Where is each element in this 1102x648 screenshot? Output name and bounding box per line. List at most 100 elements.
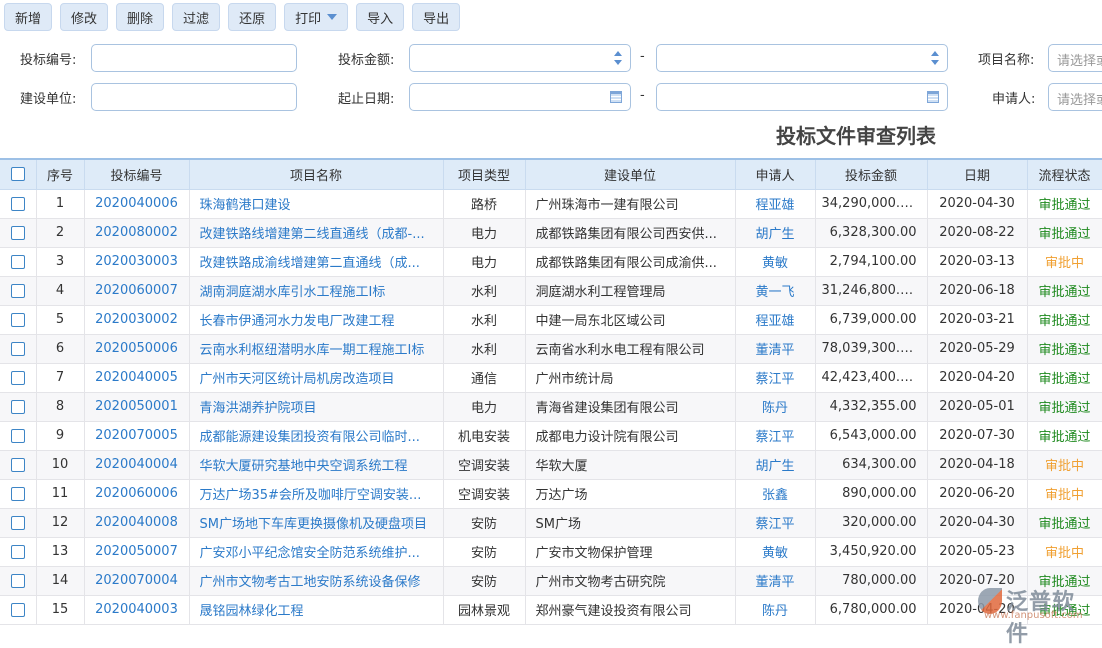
table-row[interactable]: 42020060007湖南洞庭湖水库引水工程施工I标水利洞庭湖水利工程管理局黄一…	[0, 276, 1102, 305]
row-applicant-link[interactable]: 蔡江平	[735, 363, 815, 392]
spinner-icon[interactable]	[931, 51, 939, 65]
table-row[interactable]: 112020060006万达广场35#会所及咖啡厅空调安装...空调安装万达广场…	[0, 479, 1102, 508]
row-project-name-link[interactable]: 改建铁路成渝线增建第二直通线（成...	[189, 247, 443, 276]
header-no[interactable]: 序号	[36, 159, 84, 189]
row-checkbox-cell[interactable]	[0, 363, 36, 392]
row-checkbox-cell[interactable]	[0, 595, 36, 624]
header-status[interactable]: 流程状态	[1027, 159, 1102, 189]
row-checkbox-cell[interactable]	[0, 276, 36, 305]
row-checkbox-cell[interactable]	[0, 508, 36, 537]
row-bid-no-link[interactable]: 2020070005	[84, 421, 189, 450]
row-checkbox[interactable]	[11, 574, 25, 588]
row-project-name-link[interactable]: 珠海鹤港口建设	[189, 189, 443, 218]
row-applicant-link[interactable]: 蔡江平	[735, 421, 815, 450]
row-project-name-link[interactable]: 晟铭园林绿化工程	[189, 595, 443, 624]
import-button[interactable]: 导入	[356, 3, 404, 31]
row-applicant-link[interactable]: 蔡江平	[735, 508, 815, 537]
row-checkbox[interactable]	[11, 313, 25, 327]
builder-input[interactable]	[91, 83, 297, 111]
header-date[interactable]: 日期	[927, 159, 1027, 189]
row-checkbox[interactable]	[11, 545, 25, 559]
row-project-name-link[interactable]: 云南水利枢纽潜明水库一期工程施工I标	[189, 334, 443, 363]
row-bid-no-link[interactable]: 2020050006	[84, 334, 189, 363]
table-row[interactable]: 32020030003改建铁路成渝线增建第二直通线（成...电力成都铁路集团有限…	[0, 247, 1102, 276]
row-project-name-link[interactable]: 湖南洞庭湖水库引水工程施工I标	[189, 276, 443, 305]
add-button[interactable]: 新增	[4, 3, 52, 31]
row-project-name-link[interactable]: 成都能源建设集团投资有限公司临时...	[189, 421, 443, 450]
row-checkbox-cell[interactable]	[0, 392, 36, 421]
row-bid-no-link[interactable]: 2020030002	[84, 305, 189, 334]
table-row[interactable]: 132020050007广安邓小平纪念馆安全防范系统维护...安防广安市文物保护…	[0, 537, 1102, 566]
row-checkbox[interactable]	[11, 226, 25, 240]
row-applicant-link[interactable]: 胡广生	[735, 218, 815, 247]
start-date-input[interactable]	[409, 83, 631, 111]
row-checkbox[interactable]	[11, 400, 25, 414]
table-row[interactable]: 12020040006珠海鹤港口建设路桥广州珠海市一建有限公司程亚雄34,290…	[0, 189, 1102, 218]
export-button[interactable]: 导出	[412, 3, 460, 31]
row-project-name-link[interactable]: SM广场地下车库更换摄像机及硬盘项目	[189, 508, 443, 537]
table-row[interactable]: 82020050001青海洪湖养护院项目电力青海省建设集团有限公司陈丹4,332…	[0, 392, 1102, 421]
row-project-name-link[interactable]: 长春市伊通河水力发电厂改建工程	[189, 305, 443, 334]
project-name-input[interactable]: 请选择或	[1048, 44, 1102, 72]
applicant-input[interactable]: 请选择或	[1048, 83, 1102, 111]
row-bid-no-link[interactable]: 2020060006	[84, 479, 189, 508]
row-bid-no-link[interactable]: 2020040005	[84, 363, 189, 392]
calendar-icon[interactable]	[927, 91, 939, 103]
row-project-name-link[interactable]: 广州市天河区统计局机房改造项目	[189, 363, 443, 392]
bid-no-input[interactable]	[91, 44, 297, 72]
row-bid-no-link[interactable]: 2020040004	[84, 450, 189, 479]
row-project-name-link[interactable]: 改建铁路线增建第二线直通线（成都-...	[189, 218, 443, 247]
table-row[interactable]: 72020040005广州市天河区统计局机房改造项目通信广州市统计局蔡江平42,…	[0, 363, 1102, 392]
edit-button[interactable]: 修改	[60, 3, 108, 31]
table-row[interactable]: 52020030002长春市伊通河水力发电厂改建工程水利中建一局东北区域公司程亚…	[0, 305, 1102, 334]
row-checkbox[interactable]	[11, 487, 25, 501]
row-checkbox-cell[interactable]	[0, 566, 36, 595]
row-checkbox-cell[interactable]	[0, 305, 36, 334]
row-bid-no-link[interactable]: 2020030003	[84, 247, 189, 276]
row-checkbox-cell[interactable]	[0, 189, 36, 218]
table-row[interactable]: 152020040003晟铭园林绿化工程园林景观郑州豪气建设投资有限公司陈丹6,…	[0, 595, 1102, 624]
table-row[interactable]: 92020070005成都能源建设集团投资有限公司临时...机电安装成都电力设计…	[0, 421, 1102, 450]
row-checkbox-cell[interactable]	[0, 247, 36, 276]
row-checkbox[interactable]	[11, 342, 25, 356]
row-applicant-link[interactable]: 程亚雄	[735, 189, 815, 218]
row-checkbox-cell[interactable]	[0, 218, 36, 247]
row-bid-no-link[interactable]: 2020040006	[84, 189, 189, 218]
end-date-input[interactable]	[656, 83, 948, 111]
row-applicant-link[interactable]: 董清平	[735, 566, 815, 595]
row-project-name-link[interactable]: 广安邓小平纪念馆安全防范系统维护...	[189, 537, 443, 566]
row-applicant-link[interactable]: 黄敏	[735, 247, 815, 276]
filter-button[interactable]: 过滤	[172, 3, 220, 31]
row-project-name-link[interactable]: 青海洪湖养护院项目	[189, 392, 443, 421]
table-row[interactable]: 22020080002改建铁路线增建第二线直通线（成都-...电力成都铁路集团有…	[0, 218, 1102, 247]
select-all-checkbox-cell[interactable]	[0, 159, 36, 189]
print-button[interactable]: 打印	[284, 3, 348, 31]
bid-amount-max-input[interactable]	[656, 44, 948, 72]
row-project-name-link[interactable]: 华软大厦研究基地中央空调系统工程	[189, 450, 443, 479]
header-applicant[interactable]: 申请人	[735, 159, 815, 189]
spinner-icon[interactable]	[614, 51, 622, 65]
row-applicant-link[interactable]: 陈丹	[735, 595, 815, 624]
row-bid-no-link[interactable]: 2020060007	[84, 276, 189, 305]
row-checkbox-cell[interactable]	[0, 421, 36, 450]
header-project-name[interactable]: 项目名称	[189, 159, 443, 189]
header-bid-no[interactable]: 投标编号	[84, 159, 189, 189]
row-checkbox-cell[interactable]	[0, 450, 36, 479]
row-checkbox[interactable]	[11, 255, 25, 269]
row-project-name-link[interactable]: 广州市文物考古工地安防系统设备保修	[189, 566, 443, 595]
row-bid-no-link[interactable]: 2020080002	[84, 218, 189, 247]
row-checkbox-cell[interactable]	[0, 334, 36, 363]
row-bid-no-link[interactable]: 2020040003	[84, 595, 189, 624]
row-checkbox[interactable]	[11, 603, 25, 617]
row-checkbox[interactable]	[11, 516, 25, 530]
reset-button[interactable]: 还原	[228, 3, 276, 31]
row-checkbox-cell[interactable]	[0, 537, 36, 566]
row-applicant-link[interactable]: 张鑫	[735, 479, 815, 508]
table-row[interactable]: 142020070004广州市文物考古工地安防系统设备保修安防广州市文物考古研究…	[0, 566, 1102, 595]
header-builder[interactable]: 建设单位	[525, 159, 735, 189]
calendar-icon[interactable]	[610, 91, 622, 103]
row-bid-no-link[interactable]: 2020050007	[84, 537, 189, 566]
table-row[interactable]: 62020050006云南水利枢纽潜明水库一期工程施工I标水利云南省水利水电工程…	[0, 334, 1102, 363]
row-checkbox[interactable]	[11, 458, 25, 472]
header-project-type[interactable]: 项目类型	[443, 159, 525, 189]
